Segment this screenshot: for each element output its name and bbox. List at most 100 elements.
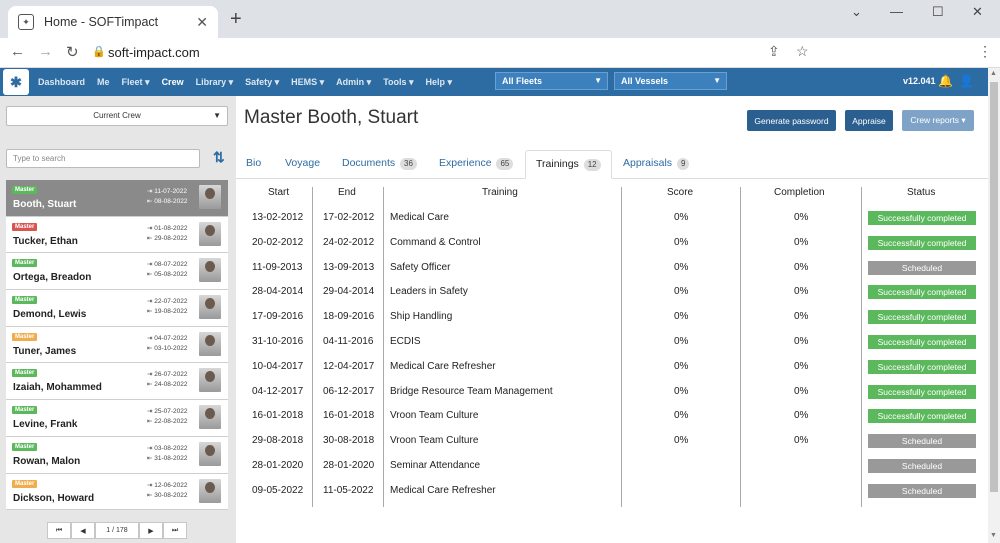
crew-list-item[interactable]: Master Rowan, Malon ⇥ 03-08-2022 ⇤ 31-08-20… [6, 436, 228, 474]
table-row[interactable]: 13-02-2012 17-02-2012 Medical Care 0% 0% Succ… [240, 209, 982, 234]
browser-menu-icon[interactable]: ⋮ [978, 43, 992, 60]
url-text[interactable]: soft-impact.com [108, 45, 200, 60]
tab-count-badge: 9 [676, 158, 690, 170]
nav-item[interactable]: Crew [162, 77, 184, 87]
window-close-icon[interactable]: ✕ [972, 4, 983, 20]
browser-tab[interactable]: ✦ Home - SOFTimpact ✕ [8, 6, 218, 38]
avatar [199, 295, 221, 320]
tab-appraisals[interactable]: Appraisals 9 [613, 150, 699, 179]
table-row[interactable]: 28-01-2020 28-01-2020 Seminar Attendance Sc… [240, 457, 982, 482]
nav-item[interactable]: Dashboard [38, 77, 85, 87]
page-scrollbar[interactable]: ▲ ▼ [988, 68, 1000, 543]
header-end[interactable]: End [338, 187, 356, 198]
header-training[interactable]: Training [482, 187, 518, 198]
prev-page-button[interactable]: ◀ [71, 522, 95, 539]
bell-icon[interactable]: 🔔 [938, 74, 953, 88]
sign-on-date: 01-08-2022 [154, 224, 188, 232]
tab-documents[interactable]: Documents 36 [332, 150, 427, 179]
table-row[interactable]: 10-04-2017 12-04-2017 Medical Care Refresh… [240, 358, 982, 383]
header-status[interactable]: Status [907, 187, 935, 198]
bookmark-star-icon[interactable]: ☆ [796, 43, 809, 60]
crew-list-item[interactable]: Master Demond, Lewis ⇥ 22-07-2022 ⇤ 19-08-2… [6, 290, 228, 327]
nav-item[interactable]: Safety ▾ [245, 77, 279, 88]
crew-list-item[interactable]: Master Dickson, Howard ⇥ 12-06-2022 ⇤ 30-08… [6, 473, 228, 511]
tab-bio[interactable]: Bio [236, 150, 271, 179]
cell-start: 10-04-2017 [252, 360, 304, 372]
fleets-select[interactable]: All Fleets ▼ [495, 72, 608, 90]
minimize-icon[interactable]: — [890, 4, 903, 19]
header-start[interactable]: Start [268, 187, 289, 198]
cell-completion: 0% [794, 385, 809, 397]
status-badge: Successfully completed [868, 335, 976, 349]
nav-item[interactable]: HEMS ▾ [291, 77, 324, 88]
header-score[interactable]: Score [667, 187, 693, 198]
caret-down-icon: ▼ [594, 76, 602, 85]
sign-on-date: 26-07-2022 [154, 371, 188, 379]
table-row[interactable]: 16-01-2018 16-01-2018 Vroon Team Culture 0%… [240, 407, 982, 432]
tab-voyage[interactable]: Voyage [275, 150, 330, 179]
crew-list-item[interactable]: Master Tucker, Ethan ⇥ 01-08-2022 ⇤ 29-08-2… [6, 216, 228, 254]
cell-training: Leaders in Safety [390, 286, 468, 298]
status-badge: Scheduled [868, 483, 976, 498]
crew-search-input[interactable] [6, 149, 200, 168]
table-row[interactable]: 20-02-2012 24-02-2012 Command & Control 0% 0… [240, 234, 982, 259]
table-row[interactable]: 11-09-2013 13-09-2013 Safety Officer 0% 0% Sc… [240, 259, 982, 284]
scroll-down-icon[interactable]: ▼ [990, 532, 997, 539]
crew-name: Dickson, Howard [13, 492, 95, 504]
nav-item[interactable]: Library ▾ [196, 77, 234, 88]
vessels-select[interactable]: All Vessels ▼ [614, 72, 727, 90]
share-icon[interactable]: ⇪ [768, 43, 780, 60]
profile-tabs: Bio Voyage Documents 36 Experience 65 Traini… [236, 150, 988, 179]
nav-item[interactable]: Fleet ▾ [122, 77, 150, 88]
crew-filter-select[interactable]: Current Crew ▼ [6, 106, 228, 126]
chevron-down-icon[interactable]: ⌄ [851, 4, 862, 20]
crew-list-item[interactable]: Master Levine, Frank ⇥ 25-07-2022 ⇤ 22-08-2… [6, 400, 228, 437]
close-icon[interactable]: ✕ [196, 14, 208, 31]
crew-name: Izaiah, Mohammed [13, 382, 102, 394]
nav-item[interactable]: Admin ▾ [336, 77, 371, 88]
sort-icon[interactable]: ⇅ [213, 149, 225, 166]
generate-password-button[interactable]: Generate password [747, 110, 836, 131]
table-row[interactable]: 17-09-2016 18-09-2016 Ship Handling 0% 0% Suc… [240, 308, 982, 333]
back-icon[interactable]: ← [10, 43, 25, 60]
softimpact-logo[interactable]: ✱ [3, 69, 29, 95]
table-row[interactable]: 31-10-2016 04-11-2016 ECDIS 0% 0% Successfull… [240, 333, 982, 358]
table-row[interactable]: 28-04-2014 29-04-2014 Leaders in Safety 0% 0… [240, 283, 982, 308]
crew-list-item[interactable]: Master Booth, Stuart ⇥ 11-07-2022 ⇤ 08-08-2… [6, 180, 228, 217]
crew-list-item[interactable]: Master Izaiah, Mohammed ⇥ 26-07-2022 ⇤ 24-0… [6, 363, 228, 401]
scroll-thumb[interactable] [990, 82, 998, 492]
reload-icon[interactable]: ↻ [66, 43, 79, 61]
cell-start: 09-05-2022 [252, 484, 304, 496]
rank-badge: Master [12, 259, 38, 268]
table-row[interactable]: 04-12-2017 06-12-2017 Bridge Resource Team… [240, 383, 982, 408]
scroll-up-icon[interactable]: ▲ [990, 70, 997, 77]
crew-list-item[interactable]: Master Ortega, Breadon ⇥ 08-07-2022 ⇤ 05-08… [6, 253, 228, 291]
crew-filter-label: Current Crew [93, 111, 141, 120]
nav-item[interactable]: Me [97, 77, 110, 87]
header-completion[interactable]: Completion [774, 187, 825, 198]
user-icon[interactable]: 👤 [959, 74, 974, 88]
cell-end: 16-01-2018 [323, 410, 375, 422]
status-badge: Successfully completed [868, 310, 976, 325]
new-tab-icon[interactable]: + [230, 8, 242, 31]
crew-list-item[interactable]: Master Tuner, James ⇥ 04-07-2022 ⇤ 03-10-20… [6, 326, 228, 364]
cell-start: 28-04-2014 [252, 286, 304, 298]
forward-icon[interactable]: → [38, 43, 53, 60]
nav-item[interactable]: Tools ▾ [383, 77, 413, 88]
table-row[interactable]: 09-05-2022 11-05-2022 Medical Care Refresh… [240, 482, 982, 507]
sign-on-date: 08-07-2022 [154, 261, 188, 269]
cell-completion: 0% [794, 435, 809, 447]
last-page-button[interactable]: ⏭ [163, 522, 187, 539]
tab-experience[interactable]: Experience 65 [429, 150, 523, 179]
appraise-button[interactable]: Appraise [845, 110, 893, 131]
crew-name: Rowan, Malon [13, 455, 81, 467]
maximize-icon[interactable]: ☐ [932, 4, 944, 20]
cell-score: 0% [674, 360, 689, 372]
crew-reports-button[interactable]: Crew reports ▾ [902, 110, 974, 131]
first-page-button[interactable]: ⏮ [47, 522, 71, 539]
nav-item[interactable]: Help ▾ [426, 77, 453, 88]
tab-trainings[interactable]: Trainings 12 [525, 150, 612, 179]
cell-end: 28-01-2020 [323, 460, 375, 471]
table-row[interactable]: 29-08-2018 30-08-2018 Vroon Team Culture 0%… [240, 432, 982, 457]
next-page-button[interactable]: ▶ [139, 522, 163, 539]
